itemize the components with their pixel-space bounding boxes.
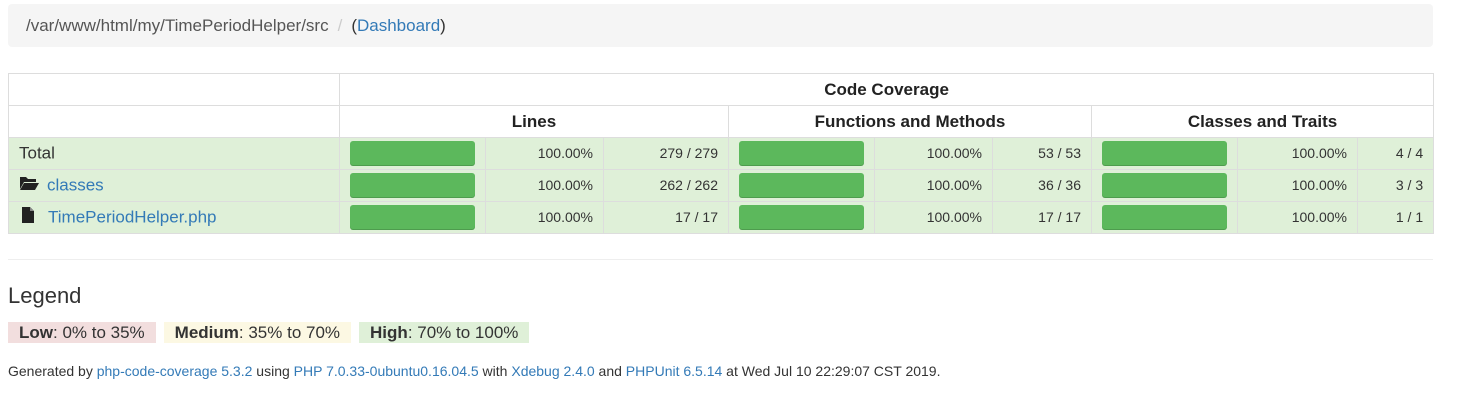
legend-high-range: : 70% to 100% (407, 323, 519, 342)
xdebug-link[interactable]: Xdebug 2.4.0 (511, 363, 594, 379)
legend-medium-label: Medium (174, 323, 239, 342)
header-empty-cell (8, 73, 340, 106)
row-name-cell: classes (8, 169, 340, 202)
classes-link[interactable]: classes (47, 176, 104, 195)
breadcrumb-separator: / (337, 16, 343, 35)
classes-percent: 100.00% (1237, 201, 1358, 234)
breadcrumb: /var/www/html/my/TimePeriodHelper/src / (D… (8, 4, 1433, 47)
php-link[interactable]: PHP 7.0.33-0ubuntu0.16.04.5 (294, 363, 479, 379)
lines-percent: 100.00% (485, 137, 604, 170)
lines-progress-bar (350, 173, 475, 198)
legend-title: Legend (8, 283, 82, 308)
classes-count: 4 / 4 (1356, 137, 1435, 170)
file-link[interactable]: TimePeriodHelper.php (48, 208, 217, 227)
functions-count: 53 / 53 (992, 137, 1092, 170)
lines-percent: 100.00% (485, 169, 604, 202)
divider (8, 259, 1433, 260)
classes-progress-bar (1102, 173, 1227, 198)
footer-text: at Wed Jul 10 22:29:07 CST 2019. (722, 363, 941, 379)
functions-count: 17 / 17 (992, 201, 1092, 234)
functions-bar-cell (728, 137, 875, 170)
breadcrumb-path: /var/www/html/my/TimePeriodHelper/src (26, 16, 329, 35)
legend-medium: Medium: 35% to 70% (163, 322, 352, 343)
file-icon (22, 207, 34, 228)
lines-bar-cell (339, 169, 486, 202)
footer: Generated by php-code-coverage 5.3.2 usi… (8, 363, 940, 379)
header-lines: Lines (339, 105, 729, 138)
functions-bar-cell (728, 169, 875, 202)
row-name-cell: Total (8, 137, 340, 170)
functions-progress-bar (739, 173, 864, 198)
functions-progress-bar (739, 205, 864, 230)
folder-open-icon (19, 175, 39, 196)
classes-count: 3 / 3 (1356, 169, 1435, 202)
classes-progress-bar (1102, 141, 1227, 166)
row-name: Total (19, 143, 55, 163)
functions-percent: 100.00% (874, 201, 993, 234)
lines-bar-cell (339, 137, 486, 170)
lines-progress-bar (350, 205, 475, 230)
legend-low: Low: 0% to 35% (8, 322, 156, 343)
lines-percent: 100.00% (485, 201, 604, 234)
table-row-file: TimePeriodHelper.php 100.00% 17 / 17 100… (8, 201, 1435, 234)
table-row-total: Total 100.00% 279 / 279 100.00% 53 / 53 … (8, 137, 1435, 170)
legend-medium-range: : 35% to 70% (238, 323, 341, 342)
classes-count: 1 / 1 (1356, 201, 1435, 234)
classes-progress-bar (1102, 205, 1227, 230)
header-classes-and-traits: Classes and Traits (1090, 105, 1435, 138)
table-row-classes: classes 100.00% 262 / 262 100.00% 36 / 3… (8, 169, 1435, 202)
functions-count: 36 / 36 (992, 169, 1092, 202)
dashboard-link[interactable]: Dashboard (357, 16, 440, 35)
header-code-coverage: Code Coverage (338, 73, 1435, 106)
legend-low-label: Low (19, 323, 53, 342)
lines-bar-cell (339, 201, 486, 234)
footer-text: and (594, 363, 626, 379)
lines-count: 262 / 262 (603, 169, 729, 202)
coverage-table: Code Coverage Lines Functions and Method… (8, 73, 1435, 234)
footer-text: with (478, 363, 512, 379)
functions-percent: 100.00% (874, 137, 993, 170)
legend: Low: 0% to 35% Medium: 35% to 70% High: … (8, 322, 530, 343)
classes-percent: 100.00% (1237, 169, 1358, 202)
phpunit-link[interactable]: PHPUnit 6.5.14 (626, 363, 723, 379)
legend-low-range: : 0% to 35% (53, 323, 145, 342)
classes-percent: 100.00% (1237, 137, 1358, 170)
header-functions-and-methods: Functions and Methods (728, 105, 1092, 138)
functions-bar-cell (728, 201, 875, 234)
row-name-cell: TimePeriodHelper.php (8, 201, 340, 234)
lines-count: 17 / 17 (603, 201, 729, 234)
functions-progress-bar (739, 141, 864, 166)
functions-percent: 100.00% (874, 169, 993, 202)
breadcrumb-close-paren: ) (440, 16, 446, 35)
lines-progress-bar (350, 141, 475, 166)
classes-bar-cell (1091, 137, 1238, 170)
legend-high-label: High (370, 323, 408, 342)
legend-high: High: 70% to 100% (359, 322, 530, 343)
classes-bar-cell (1091, 201, 1238, 234)
classes-bar-cell (1091, 169, 1238, 202)
footer-text: Generated by (8, 363, 97, 379)
php-code-coverage-link[interactable]: php-code-coverage 5.3.2 (97, 363, 253, 379)
footer-text: using (252, 363, 294, 379)
lines-count: 279 / 279 (603, 137, 729, 170)
header-empty-cell-2 (8, 105, 340, 138)
